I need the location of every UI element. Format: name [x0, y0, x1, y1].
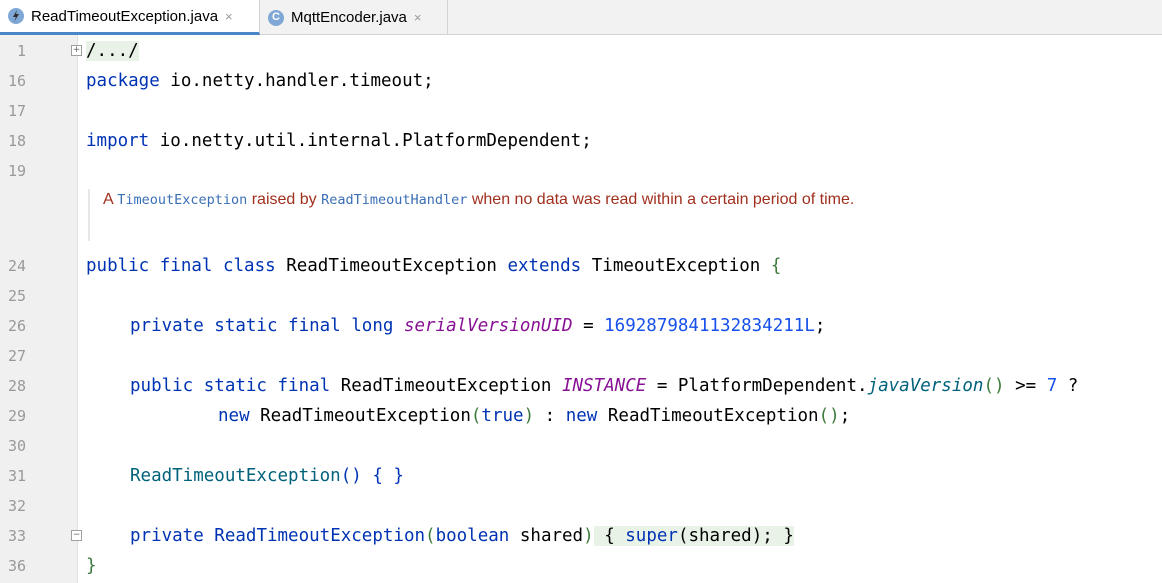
code-line-28: public static final ReadTimeoutException… [130, 376, 1079, 396]
editor-tab-bar: ReadTimeoutException.java × C MqttEncode… [0, 0, 1162, 35]
line-number: 24 [7, 257, 26, 275]
javadoc-comment: A TimeoutException raised by ReadTimeout… [88, 189, 903, 241]
line-number: 36 [7, 557, 26, 575]
close-icon[interactable]: × [414, 10, 422, 25]
line-number: 25 [7, 287, 26, 305]
line-number: 18 [7, 132, 26, 150]
fold-toggle-icon[interactable]: − [71, 530, 82, 541]
line-number: 28 [7, 377, 26, 395]
close-icon[interactable]: × [225, 9, 233, 24]
code-line-33: private ReadTimeoutException(boolean sha… [130, 526, 794, 546]
line-number: 30 [7, 437, 26, 455]
line-number: 17 [7, 102, 26, 120]
line-number-gutter: 1 16 17 18 19 24 25 26 27 28 29 30 31 32… [0, 35, 82, 583]
code-line-24: public final class ReadTimeoutException … [86, 256, 782, 276]
line-number: 26 [7, 317, 26, 335]
line-number: 27 [7, 347, 26, 365]
tab-mqtt-encoder[interactable]: C MqttEncoder.java × [260, 0, 448, 35]
tab-label: MqttEncoder.java [291, 9, 407, 26]
code-line-16: package io.netty.handler.timeout; [86, 71, 434, 91]
line-number: 29 [7, 407, 26, 425]
tab-read-timeout-exception[interactable]: ReadTimeoutException.java × [0, 0, 260, 35]
fold-toggle-icon[interactable]: + [71, 45, 82, 56]
class-icon: C [268, 9, 284, 26]
line-number: 16 [7, 72, 26, 90]
code-line-36: } [86, 556, 97, 576]
line-number: 1 [16, 42, 26, 60]
line-number: 19 [7, 162, 26, 180]
tab-label: ReadTimeoutException.java [31, 7, 219, 25]
line-number: 33 [7, 527, 26, 545]
code-line-29: new ReadTimeoutException(true) : new Rea… [218, 406, 851, 426]
exception-class-icon [8, 8, 24, 24]
code-line-18: import io.netty.util.internal.PlatformDe… [86, 131, 592, 151]
line-number: 31 [7, 467, 26, 485]
code-line-1: /.../ [86, 41, 139, 61]
code-line-31: ReadTimeoutException() { } [130, 466, 404, 486]
line-number: 32 [7, 497, 26, 515]
code-line-26: private static final long serialVersionU… [130, 316, 826, 336]
